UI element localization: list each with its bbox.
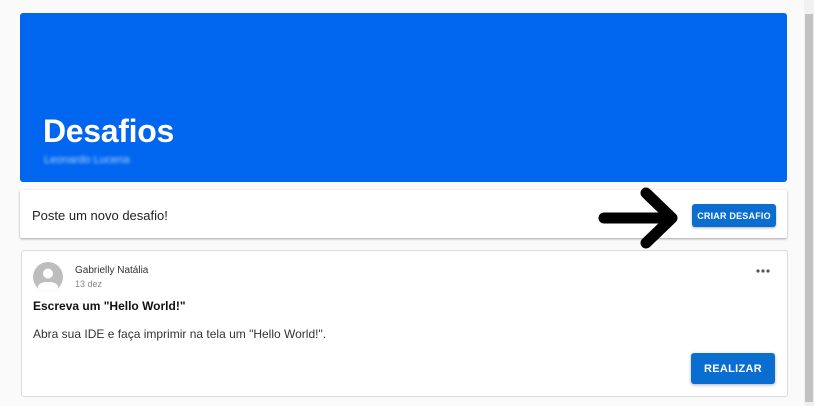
challenge-date: 13 dez xyxy=(75,279,103,289)
user-icon xyxy=(38,268,58,292)
challenge-title: Escreva um "Hello World!" xyxy=(33,299,186,313)
page: Desafios Leonardo Lucena Poste um novo d… xyxy=(0,0,804,406)
new-challenge-prompt: Poste um novo desafio! xyxy=(32,208,168,223)
page-subtitle: Leonardo Lucena xyxy=(44,154,130,166)
avatar xyxy=(33,262,63,292)
challenge-author: Gabrielly Natália xyxy=(75,265,149,276)
scrollbar[interactable] xyxy=(804,0,814,406)
more-options-icon[interactable] xyxy=(756,268,770,274)
page-title: Desafios xyxy=(43,113,174,149)
challenge-card: Gabrielly Natália 13 dez Escreva um "Hel… xyxy=(21,250,788,397)
create-challenge-button[interactable]: CRIAR DESAFIO xyxy=(692,204,776,227)
realize-challenge-button[interactable]: REALIZAR xyxy=(691,353,775,384)
scrollbar-thumb[interactable] xyxy=(805,14,813,402)
challenge-description: Abra sua IDE e faça imprimir na tela um … xyxy=(33,327,327,341)
arrow-right-icon xyxy=(598,187,678,249)
header-banner: Desafios Leonardo Lucena xyxy=(20,13,787,182)
